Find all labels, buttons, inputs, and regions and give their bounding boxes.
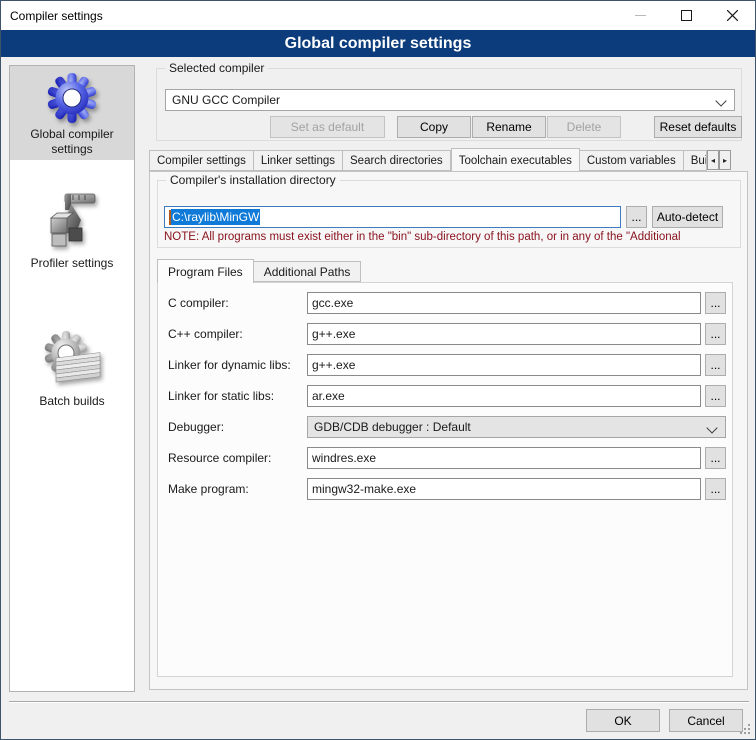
cpp-compiler-value: g++.exe <box>312 327 355 341</box>
caliper-blocks-icon <box>41 192 103 254</box>
tab-search-directories[interactable]: Search directories <box>343 150 451 171</box>
sidebar-item-global-compiler-settings[interactable]: Global compiler settings <box>10 66 134 160</box>
ok-button[interactable]: OK <box>586 709 660 732</box>
settings-tabstrip: Compiler settings Linker settings Search… <box>149 147 707 171</box>
maximize-button[interactable] <box>663 1 709 30</box>
arrow-right-icon: ▸ <box>723 156 727 165</box>
tab-build-options[interactable]: Build <box>684 150 707 171</box>
resource-compiler-value: windres.exe <box>312 451 376 465</box>
installation-directory-browse-button[interactable]: ... <box>626 206 647 228</box>
sidebar-label-profiler-settings: Profiler settings <box>10 254 134 273</box>
chevron-down-icon <box>706 422 717 433</box>
linker-dynamic-value: g++.exe <box>312 358 355 372</box>
tab-scroll-left-button[interactable]: ◂ <box>707 150 719 170</box>
row-cpp-compiler: C++ compiler: g++.exe ... <box>158 323 732 345</box>
c-compiler-input[interactable]: gcc.exe <box>307 292 701 314</box>
c-compiler-label: C compiler: <box>168 292 229 314</box>
installation-directory-note: NOTE: All programs must exist either in … <box>164 231 734 243</box>
close-button[interactable] <box>709 1 755 30</box>
resource-compiler-label: Resource compiler: <box>168 447 271 469</box>
program-tabstrip: Program Files Additional Paths <box>157 258 361 282</box>
row-resource-compiler: Resource compiler: windres.exe ... <box>158 447 732 469</box>
footer-divider <box>9 701 749 703</box>
sidebar-item-batch-builds[interactable]: Batch builds <box>10 324 134 424</box>
tab-additional-paths[interactable]: Additional Paths <box>254 261 362 282</box>
selected-compiler-group-label: Selected compiler <box>165 61 268 75</box>
copy-button[interactable]: Copy <box>397 116 471 138</box>
compiler-select-value: GNU GCC Compiler <box>172 93 280 107</box>
selected-compiler-group: Selected compiler GNU GCC Compiler Set a… <box>156 68 742 141</box>
debugger-value: GDB/CDB debugger : Default <box>314 420 471 434</box>
installation-directory-group-label: Compiler's installation directory <box>166 173 340 187</box>
row-c-compiler: C compiler: gcc.exe ... <box>158 292 732 314</box>
row-linker-dynamic: Linker for dynamic libs: g++.exe ... <box>158 354 732 376</box>
title-bar: Compiler settings <box>1 1 755 30</box>
make-program-browse-button[interactable]: ... <box>705 478 726 500</box>
resource-compiler-browse-button[interactable]: ... <box>705 447 726 469</box>
linker-dynamic-input[interactable]: g++.exe <box>307 354 701 376</box>
blue-gear-icon <box>45 71 99 125</box>
tab-program-files[interactable]: Program Files <box>157 259 254 283</box>
compiler-select[interactable]: GNU GCC Compiler <box>165 89 735 111</box>
sidebar: Global compiler settings <box>9 65 135 692</box>
make-program-input[interactable]: mingw32-make.exe <box>307 478 701 500</box>
sidebar-label-global-compiler-settings: Global compiler settings <box>10 125 134 159</box>
linker-static-input[interactable]: ar.exe <box>307 385 701 407</box>
installation-directory-value: C:\raylib\MinGW <box>171 209 260 225</box>
chevron-down-icon <box>715 95 726 106</box>
gray-gear-stack-icon <box>40 328 104 392</box>
make-program-value: mingw32-make.exe <box>312 482 416 496</box>
row-linker-static: Linker for static libs: ar.exe ... <box>158 385 732 407</box>
resource-compiler-input[interactable]: windres.exe <box>307 447 701 469</box>
sidebar-label-batch-builds: Batch builds <box>10 392 134 411</box>
tab-compiler-settings[interactable]: Compiler settings <box>149 150 254 171</box>
arrow-left-icon: ◂ <box>711 156 715 165</box>
linker-static-value: ar.exe <box>312 389 345 403</box>
minimize-icon <box>635 10 646 21</box>
reset-defaults-button[interactable]: Reset defaults <box>654 116 742 138</box>
debugger-select[interactable]: GDB/CDB debugger : Default <box>307 416 726 438</box>
make-program-label: Make program: <box>168 478 249 500</box>
linker-dynamic-label: Linker for dynamic libs: <box>168 354 291 376</box>
row-make-program: Make program: mingw32-make.exe ... <box>158 478 732 500</box>
c-compiler-browse-button[interactable]: ... <box>705 292 726 314</box>
maximize-icon <box>681 10 692 21</box>
tab-custom-variables[interactable]: Custom variables <box>580 150 684 171</box>
cpp-compiler-input[interactable]: g++.exe <box>307 323 701 345</box>
tab-toolchain-executables[interactable]: Toolchain executables <box>451 148 580 171</box>
linker-static-browse-button[interactable]: ... <box>705 385 726 407</box>
delete-button: Delete <box>547 116 621 138</box>
window-title: Compiler settings <box>10 9 103 23</box>
close-icon <box>727 10 738 21</box>
rename-button[interactable]: Rename <box>472 116 546 138</box>
c-compiler-value: gcc.exe <box>312 296 353 310</box>
sidebar-item-profiler-settings[interactable]: Profiler settings <box>10 188 134 293</box>
tab-scroll-right-button[interactable]: ▸ <box>719 150 731 170</box>
page-title: Global compiler settings <box>1 30 755 57</box>
linker-static-label: Linker for static libs: <box>168 385 274 407</box>
cpp-compiler-browse-button[interactable]: ... <box>705 323 726 345</box>
debugger-label: Debugger: <box>168 416 224 438</box>
linker-dynamic-browse-button[interactable]: ... <box>705 354 726 376</box>
installation-directory-input[interactable]: C:\raylib\MinGW <box>164 206 621 228</box>
resize-grip[interactable] <box>740 724 752 736</box>
program-files-panel: C compiler: gcc.exe ... C++ compiler: g+… <box>157 282 733 677</box>
minimize-button <box>617 1 663 30</box>
cancel-button[interactable]: Cancel <box>669 709 743 732</box>
tab-linker-settings[interactable]: Linker settings <box>254 150 343 171</box>
cpp-compiler-label: C++ compiler: <box>168 323 243 345</box>
row-debugger: Debugger: GDB/CDB debugger : Default <box>158 416 732 438</box>
auto-detect-button[interactable]: Auto-detect <box>652 206 723 228</box>
compiler-settings-dialog: Compiler settings Global compiler settin… <box>0 0 756 740</box>
set-as-default-button: Set as default <box>270 116 385 138</box>
